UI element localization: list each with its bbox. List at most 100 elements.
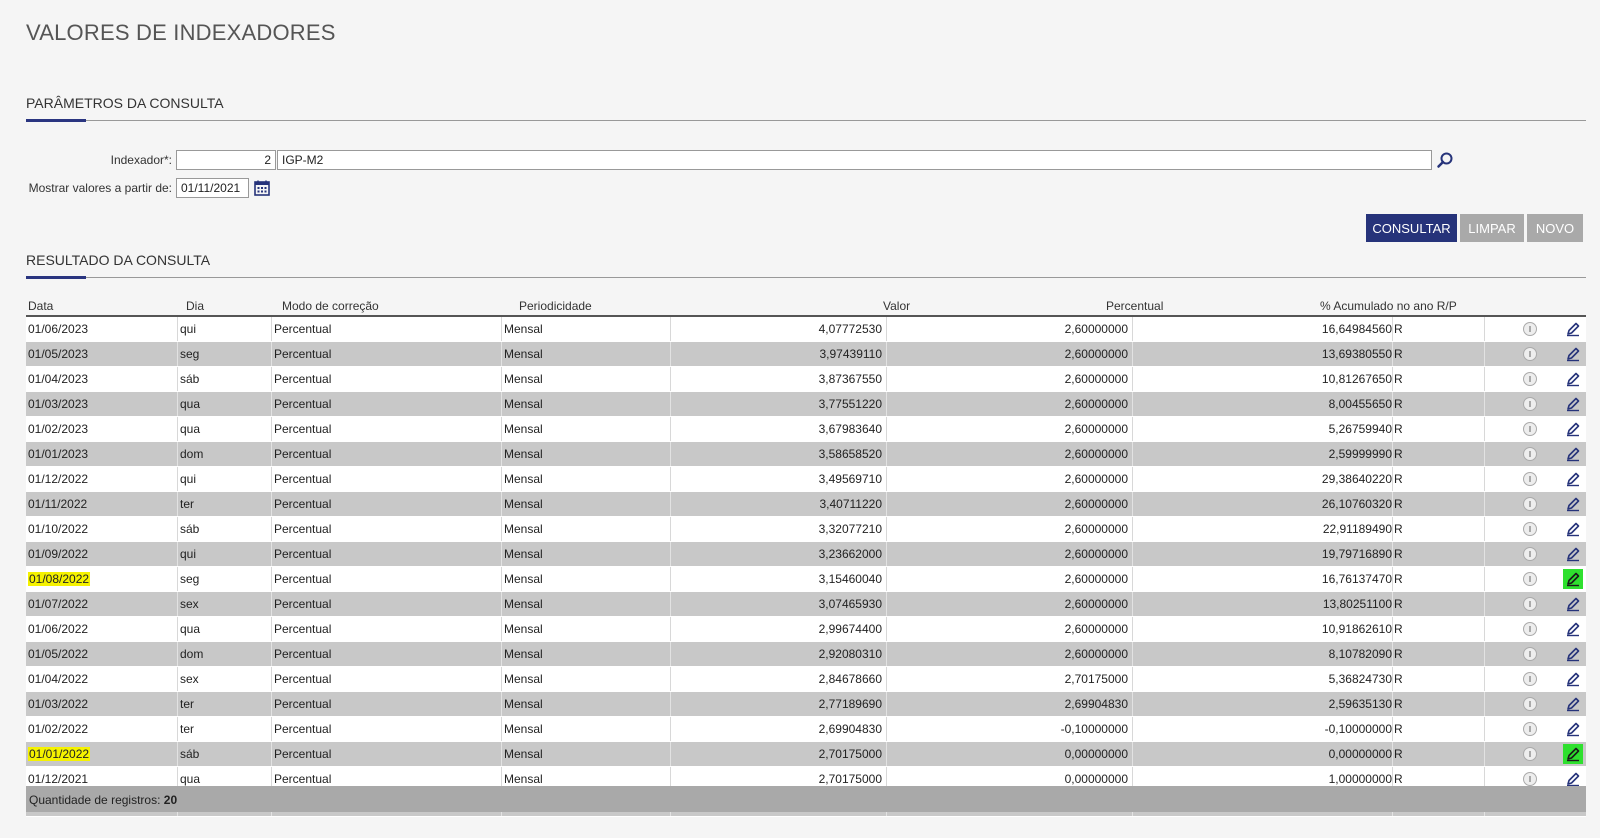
- cell-percentual: 2,60000000: [887, 617, 1133, 641]
- edit-pencil-icon[interactable]: [1563, 519, 1583, 539]
- cell-percentual: 2,70175000: [887, 667, 1133, 691]
- info-icon[interactable]: [1523, 597, 1537, 611]
- info-icon[interactable]: [1523, 497, 1537, 511]
- params-section-title: PARÂMETROS DA CONSULTA: [26, 95, 1586, 122]
- date-input[interactable]: [176, 178, 249, 198]
- col-header-valor[interactable]: Valor: [883, 299, 910, 313]
- table-row[interactable]: 01/02/2023 qua Percentual Mensal 3,67983640 2…: [26, 417, 1586, 442]
- edit-pencil-icon[interactable]: [1563, 744, 1583, 764]
- edit-pencil-icon[interactable]: [1563, 494, 1583, 514]
- table-row[interactable]: 01/05/2022 dom Percentual Mensal 2,92080310 2…: [26, 642, 1586, 667]
- edit-pencil-icon[interactable]: [1563, 594, 1583, 614]
- info-icon[interactable]: [1523, 697, 1537, 711]
- info-icon[interactable]: [1523, 547, 1537, 561]
- edit-pencil-icon[interactable]: [1563, 569, 1583, 589]
- col-header-dia[interactable]: Dia: [186, 299, 204, 313]
- table-row[interactable]: 01/10/2022 sáb Percentual Mensal 3,32077210 2…: [26, 517, 1586, 542]
- cell-data-text: 01/02/2023: [28, 422, 89, 436]
- cell-dia: qui: [178, 542, 272, 566]
- table-row[interactable]: 01/01/2023 dom Percentual Mensal 3,58658520 2…: [26, 442, 1586, 467]
- table-row[interactable]: 01/11/2022 ter Percentual Mensal 3,40711220 2…: [26, 492, 1586, 517]
- table-row[interactable]: 01/06/2022 qua Percentual Mensal 2,99674400 2…: [26, 617, 1586, 642]
- cell-acumulado: 13,80251100: [1133, 592, 1393, 616]
- table-row[interactable]: 01/07/2022 sex Percentual Mensal 3,07465930 2…: [26, 592, 1586, 617]
- edit-pencil-icon[interactable]: [1563, 344, 1583, 364]
- edit-pencil-icon[interactable]: [1563, 719, 1583, 739]
- cell-data: 01/09/2022: [26, 542, 178, 566]
- info-icon[interactable]: [1523, 772, 1537, 786]
- info-icon[interactable]: [1523, 347, 1537, 361]
- cell-valor: 3,58658520: [671, 442, 887, 466]
- table-row[interactable]: 01/04/2023 sáb Percentual Mensal 3,87367550 2…: [26, 367, 1586, 392]
- table-row[interactable]: 01/01/2022 sáb Percentual Mensal 2,70175000 0…: [26, 742, 1586, 767]
- info-icon[interactable]: [1523, 722, 1537, 736]
- info-icon[interactable]: [1523, 397, 1537, 411]
- cell-valor: 3,32077210: [671, 517, 887, 541]
- edit-pencil-icon[interactable]: [1563, 444, 1583, 464]
- calendar-icon[interactable]: [252, 178, 272, 198]
- table-row[interactable]: 01/02/2022 ter Percentual Mensal 2,69904830-…: [26, 717, 1586, 742]
- table-row[interactable]: 01/03/2023 qua Percentual Mensal 3,77551220 2…: [26, 392, 1586, 417]
- info-icon[interactable]: [1523, 472, 1537, 486]
- novo-button[interactable]: NOVO: [1527, 214, 1583, 242]
- edit-pencil-icon[interactable]: [1563, 394, 1583, 414]
- cell-rp: R: [1393, 692, 1485, 716]
- edit-pencil-icon[interactable]: [1563, 544, 1583, 564]
- cell-data-text: 01/03/2022: [28, 697, 89, 711]
- edit-pencil-icon[interactable]: [1563, 694, 1583, 714]
- info-icon[interactable]: [1523, 522, 1537, 536]
- indexador-code-input[interactable]: [176, 150, 276, 170]
- info-icon[interactable]: [1523, 322, 1537, 336]
- cell-modo: Percentual: [272, 692, 502, 716]
- col-header-data[interactable]: Data: [28, 299, 53, 313]
- col-header-periodicidade[interactable]: Periodicidade: [519, 299, 592, 313]
- info-icon[interactable]: [1523, 647, 1537, 661]
- edit-pencil-icon[interactable]: [1563, 669, 1583, 689]
- cell-valor: 3,97439110: [671, 342, 887, 366]
- table-row[interactable]: 01/05/2023 seg Percentual Mensal 3,97439110 2…: [26, 342, 1586, 367]
- cell-rp: R: [1393, 342, 1485, 366]
- cell-rp: R: [1393, 592, 1485, 616]
- cell-percentual: 2,60000000: [887, 517, 1133, 541]
- search-icon[interactable]: [1435, 150, 1455, 170]
- consultar-button[interactable]: CONSULTAR: [1366, 214, 1457, 242]
- info-icon[interactable]: [1523, 672, 1537, 686]
- cell-periodicidade: Mensal: [502, 742, 671, 766]
- table-row[interactable]: 01/09/2022 qui Percentual Mensal 3,23662000 2…: [26, 542, 1586, 567]
- table-row[interactable]: 01/04/2022 sex Percentual Mensal 2,84678660 2…: [26, 667, 1586, 692]
- cell-acumulado: 5,36824730: [1133, 667, 1393, 691]
- indexador-name-input[interactable]: [277, 150, 1432, 170]
- col-header-modo[interactable]: Modo de correção: [282, 299, 379, 313]
- table-row[interactable]: 01/03/2022 ter Percentual Mensal 2,77189690 2…: [26, 692, 1586, 717]
- info-icon[interactable]: [1523, 622, 1537, 636]
- info-icon[interactable]: [1523, 447, 1537, 461]
- cell-modo: Percentual: [272, 467, 502, 491]
- table-row[interactable]: 01/06/2023 qui Percentual Mensal 4,07772530 2…: [26, 317, 1586, 342]
- edit-pencil-icon[interactable]: [1563, 619, 1583, 639]
- limpar-button[interactable]: LIMPAR: [1460, 214, 1524, 242]
- cell-data-text: 01/05/2023: [28, 347, 89, 361]
- edit-pencil-icon[interactable]: [1563, 469, 1583, 489]
- edit-pencil-icon[interactable]: [1563, 644, 1583, 664]
- info-icon[interactable]: [1523, 372, 1537, 386]
- info-icon[interactable]: [1523, 572, 1537, 586]
- result-title-text: RESULTADO DA CONSULTA: [26, 252, 211, 268]
- info-icon[interactable]: [1523, 747, 1537, 761]
- table-row[interactable]: 01/12/2022 qui Percentual Mensal 3,49569710 2…: [26, 467, 1586, 492]
- cell-data-text: 01/10/2022: [28, 522, 89, 536]
- table-row[interactable]: 01/08/2022 seg Percentual Mensal 3,15460040 2…: [26, 567, 1586, 592]
- col-header-percentual[interactable]: Percentual: [1106, 299, 1163, 313]
- cell-data-text: 01/01/2022: [28, 747, 91, 761]
- edit-pencil-icon[interactable]: [1563, 369, 1583, 389]
- cell-data-text: 01/12/2021: [28, 772, 89, 786]
- cell-dia: sex: [178, 592, 272, 616]
- cell-data: 01/03/2022: [26, 692, 178, 716]
- edit-pencil-icon[interactable]: [1563, 319, 1583, 339]
- cell-percentual: 2,60000000: [887, 542, 1133, 566]
- cell-acumulado: 8,10782090: [1133, 642, 1393, 666]
- col-header-acumulado[interactable]: % Acumulado no ano R/P: [1320, 299, 1457, 313]
- edit-pencil-icon[interactable]: [1563, 419, 1583, 439]
- results-table: Data Dia Modo de correção Periodicidade …: [26, 292, 1586, 817]
- info-icon[interactable]: [1523, 422, 1537, 436]
- cell-modo: Percentual: [272, 617, 502, 641]
